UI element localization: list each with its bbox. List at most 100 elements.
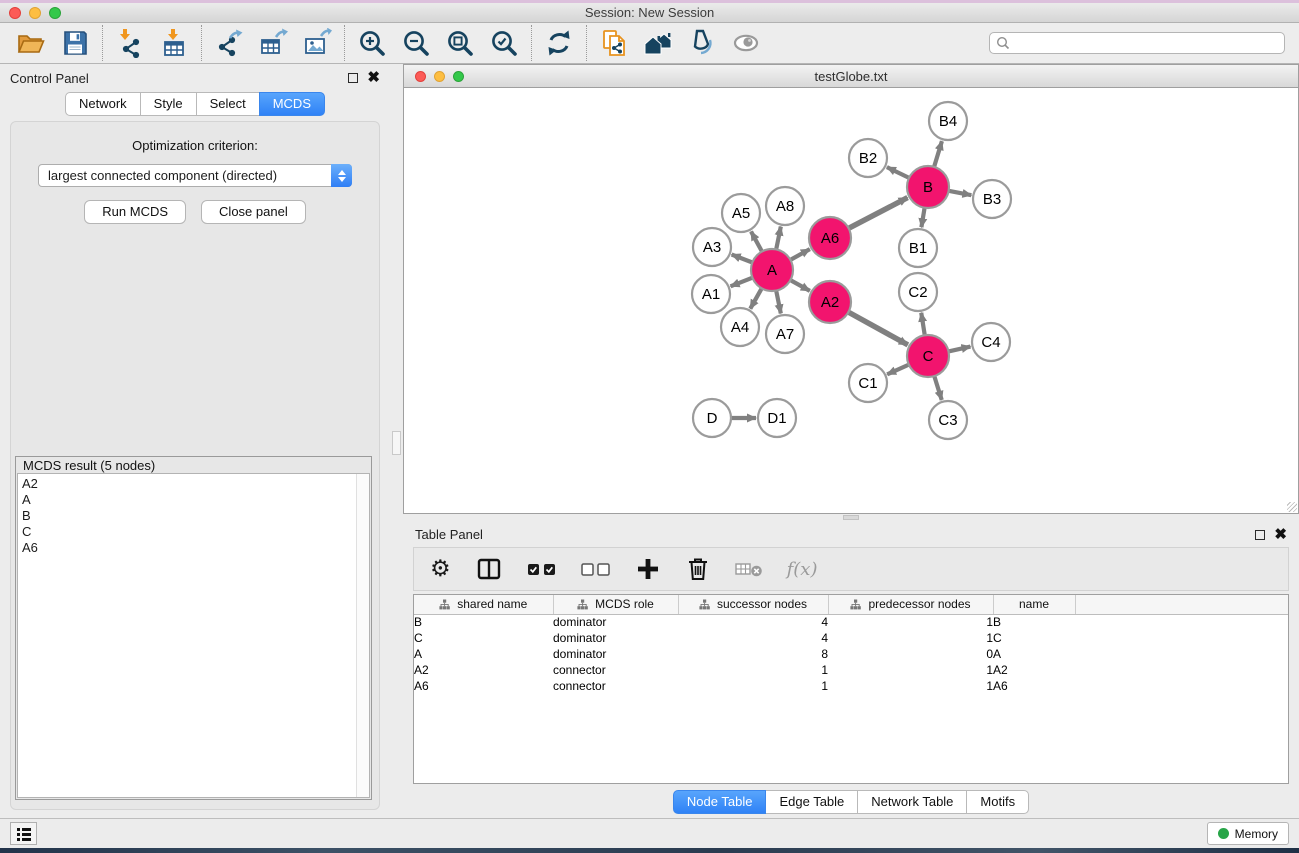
tab-style[interactable]: Style [140, 92, 197, 116]
close-window-button[interactable] [9, 7, 21, 19]
open-session-icon[interactable] [15, 28, 47, 58]
close-panel-icon[interactable]: ✖ [367, 73, 380, 83]
float-panel-icon[interactable] [348, 73, 358, 83]
splitter-grip[interactable] [392, 431, 401, 455]
preview-visibility-icon[interactable] [730, 28, 762, 58]
zoom-window-button[interactable] [49, 7, 61, 19]
resize-grip-icon[interactable] [1287, 502, 1297, 512]
window-titlebar[interactable]: Session: New Session [0, 3, 1299, 23]
table-cell[interactable]: A6 [993, 678, 1075, 694]
table-cell[interactable]: A [993, 646, 1075, 662]
table-cell[interactable]: 0 [828, 646, 993, 662]
column-header[interactable]: successor nodes [678, 595, 828, 614]
table-cell[interactable]: connector [553, 662, 678, 678]
table-settings-icon[interactable]: ⚙ [430, 554, 451, 584]
import-network-icon[interactable] [114, 28, 146, 58]
graph-edge[interactable] [731, 278, 753, 287]
graph-edge[interactable] [934, 141, 942, 167]
graph-edge[interactable] [790, 280, 809, 291]
add-column-icon[interactable] [635, 554, 661, 584]
delete-table-icon[interactable] [735, 554, 763, 584]
zoom-network-button[interactable] [453, 71, 464, 82]
network-window-titlebar[interactable]: testGlobe.txt [403, 64, 1299, 88]
delete-column-icon[interactable] [685, 554, 711, 584]
table-cell[interactable]: 1 [678, 678, 828, 694]
node-table[interactable]: shared nameMCDS rolesuccessor nodesprede… [413, 594, 1289, 784]
graph-edge[interactable] [887, 167, 909, 178]
table-cell[interactable]: C [414, 630, 553, 646]
table-cell[interactable]: dominator [553, 630, 678, 646]
export-image-icon[interactable] [301, 28, 333, 58]
tab-network[interactable]: Network [65, 92, 141, 116]
vertical-splitter[interactable] [390, 64, 403, 818]
network-canvas[interactable]: B4B2BB3A8A5A6A3B1AC2A1A2A4A7C4CC1C3DD1 [403, 88, 1299, 514]
mcds-result-item[interactable]: C [22, 524, 355, 540]
graph-edge[interactable] [849, 198, 908, 229]
clone-network-icon[interactable] [598, 28, 630, 58]
graph-edge[interactable] [948, 347, 970, 352]
network-graph[interactable]: B4B2BB3A8A5A6A3B1AC2A1A2A4A7C4CC1C3DD1 [404, 88, 1298, 513]
table-cell[interactable]: 1 [828, 614, 993, 630]
zoom-out-icon[interactable] [400, 28, 432, 58]
table-cell[interactable]: 4 [678, 614, 828, 630]
graph-edge[interactable] [887, 365, 909, 375]
graph-edge[interactable] [790, 249, 809, 260]
save-session-icon[interactable] [59, 28, 91, 58]
zoom-selected-icon[interactable] [488, 28, 520, 58]
graph-edge[interactable] [949, 191, 972, 195]
refresh-network-icon[interactable] [543, 28, 575, 58]
table-cell[interactable]: 1 [828, 630, 993, 646]
float-panel-icon[interactable] [1255, 530, 1265, 540]
table-cell[interactable]: 4 [678, 630, 828, 646]
table-cell[interactable]: dominator [553, 646, 678, 662]
graph-edge[interactable] [921, 208, 924, 228]
zoom-in-icon[interactable] [356, 28, 388, 58]
toggle-node-visibility-icon[interactable] [686, 28, 718, 58]
table-cell[interactable]: A2 [993, 662, 1075, 678]
table-cell[interactable]: A6 [414, 678, 553, 694]
table-cell[interactable]: B [414, 614, 553, 630]
deselect-all-checks-icon[interactable] [581, 554, 611, 584]
mcds-result-list[interactable]: A2ABCA6 [17, 473, 370, 798]
select-all-checks-icon[interactable] [527, 554, 557, 584]
column-header[interactable]: predecessor nodes [828, 595, 993, 614]
export-network-icon[interactable] [213, 28, 245, 58]
close-panel-button[interactable]: Close panel [201, 200, 306, 224]
table-row[interactable]: Adominator80A [414, 646, 1288, 662]
table-row[interactable]: A6connector11A6 [414, 678, 1288, 694]
tab-select[interactable]: Select [196, 92, 260, 116]
table-cell[interactable]: C [993, 630, 1075, 646]
graph-edge[interactable] [921, 313, 925, 336]
minimize-window-button[interactable] [29, 7, 41, 19]
mcds-result-item[interactable]: A6 [22, 540, 355, 556]
graph-edge[interactable] [934, 376, 941, 400]
tab-node-table[interactable]: Node Table [673, 790, 767, 814]
tab-mcds[interactable]: MCDS [259, 92, 325, 116]
graph-edge[interactable] [750, 288, 761, 308]
search-input[interactable] [1011, 36, 1279, 50]
table-cell[interactable]: connector [553, 678, 678, 694]
split-column-icon[interactable] [475, 554, 503, 584]
column-header[interactable]: MCDS role [553, 595, 678, 614]
table-cell[interactable]: 1 [678, 662, 828, 678]
mcds-result-item[interactable]: A2 [22, 476, 355, 492]
criterion-dropdown[interactable]: largest connected component (directed) [38, 164, 352, 187]
import-table-icon[interactable] [158, 28, 190, 58]
home-view-icon[interactable] [642, 28, 674, 58]
function-builder-icon[interactable]: f(x) [787, 554, 818, 584]
table-cell[interactable]: 1 [828, 678, 993, 694]
table-row[interactable]: Bdominator41B [414, 614, 1288, 630]
table-cell[interactable]: dominator [553, 614, 678, 630]
run-mcds-button[interactable]: Run MCDS [84, 200, 186, 224]
close-panel-icon[interactable]: ✖ [1274, 530, 1287, 540]
scrollbar-track[interactable] [356, 474, 369, 797]
tab-motifs[interactable]: Motifs [966, 790, 1029, 814]
graph-edge[interactable] [732, 255, 753, 263]
table-cell[interactable]: 8 [678, 646, 828, 662]
zoom-fit-icon[interactable] [444, 28, 476, 58]
table-row[interactable]: A2connector11A2 [414, 662, 1288, 678]
search-box[interactable] [989, 32, 1285, 54]
tab-edge-table[interactable]: Edge Table [765, 790, 858, 814]
table-row[interactable]: Cdominator41C [414, 630, 1288, 646]
table-cell[interactable]: 1 [828, 662, 993, 678]
